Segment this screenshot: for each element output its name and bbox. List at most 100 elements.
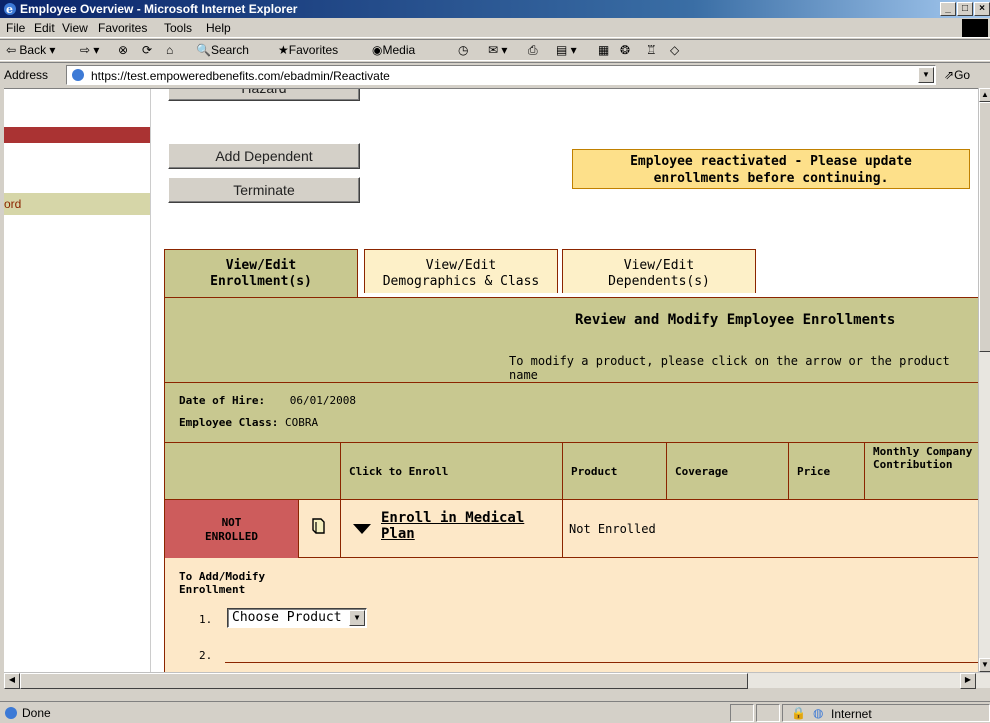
- forward-arrow-icon: ⇨: [80, 43, 91, 57]
- refresh-icon: ⟳: [142, 43, 153, 57]
- address-bar: Address https://test.empoweredbenefits.c…: [0, 62, 990, 86]
- tab-enrollments-line2: Enrollment(s): [210, 274, 312, 289]
- expand-arrow-icon[interactable]: [353, 524, 371, 534]
- tab-dependents[interactable]: View/Edit Dependents(s): [562, 249, 756, 293]
- details-book-icon[interactable]: [298, 500, 341, 558]
- horizontal-scroll-thumb[interactable]: [20, 673, 748, 689]
- windows-logo-icon: [962, 19, 988, 37]
- enroll-link-line2: Plan: [381, 526, 415, 542]
- address-url: https://test.empoweredbenefits.com/ebadm…: [91, 69, 390, 83]
- header-click-to-enroll: Click to Enroll: [341, 443, 563, 501]
- minimize-button[interactable]: _: [940, 2, 956, 16]
- menu-edit[interactable]: Edit: [34, 21, 55, 35]
- print-button[interactable]: ⎙: [528, 43, 538, 58]
- table-header: Click to Enroll Product Coverage Price M…: [165, 442, 978, 501]
- status-text: Done: [22, 706, 51, 720]
- chevron-down-icon[interactable]: ▼: [349, 610, 365, 626]
- menu-view[interactable]: View: [62, 21, 88, 35]
- choose-product-select[interactable]: Choose Product ▼: [227, 608, 367, 628]
- add-modify-heading-line2: Enrollment: [179, 583, 246, 596]
- stop-button[interactable]: ⊗: [118, 43, 128, 57]
- choose-product-value: Choose Product: [232, 610, 342, 625]
- horizontal-scrollbar[interactable]: ◀ ▶: [4, 672, 990, 689]
- hire-date-label: Date of Hire:: [179, 394, 266, 407]
- header-price: Price: [789, 443, 865, 501]
- hazard-button[interactable]: Hazard: [168, 89, 360, 101]
- review-title: Review and Modify Employee Enrollments: [575, 312, 896, 328]
- header-price-text: Price: [797, 465, 831, 478]
- product-value: Not Enrolled: [569, 522, 656, 536]
- status-line-1: NOT: [221, 516, 242, 529]
- status-line-2: ENROLLED: [205, 530, 258, 543]
- scroll-up-button[interactable]: ▲: [979, 88, 990, 102]
- close-button[interactable]: ×: [974, 2, 990, 16]
- header-click-to-enroll-text: Click to Enroll: [349, 465, 449, 478]
- favorites-button[interactable]: ★Favorites: [278, 43, 338, 57]
- vertical-scrollbar[interactable]: ▲ ▼: [978, 88, 990, 672]
- history-icon: ◷: [458, 43, 469, 57]
- address-input[interactable]: https://test.empoweredbenefits.com/ebadm…: [66, 65, 936, 85]
- sidebar-divider: [150, 89, 151, 672]
- print-icon: ⎙: [528, 43, 538, 57]
- home-button[interactable]: ⌂: [166, 43, 173, 57]
- tab-demographics-line2: Demographics & Class: [382, 274, 540, 289]
- header-company-contribution-text: Monthly Company Contribution: [873, 445, 973, 471]
- discuss-button[interactable]: ▦: [598, 43, 609, 57]
- history-button[interactable]: ◷: [458, 43, 468, 57]
- terminate-button[interactable]: Terminate: [168, 177, 360, 203]
- forward-button[interactable]: ⇨ ▾: [80, 43, 99, 57]
- edit-icon: ▤: [556, 43, 568, 57]
- maximize-button[interactable]: □: [957, 2, 973, 16]
- add-modify-enrollment-section: To Add/Modify Enrollment 1. Choose Produ…: [165, 558, 978, 672]
- research-button[interactable]: ♖: [646, 43, 657, 57]
- discuss-icon: ▦: [598, 43, 610, 57]
- research-icon: ♖: [646, 43, 657, 57]
- address-label: Address: [4, 68, 49, 82]
- search-button[interactable]: 🔍Search: [196, 43, 249, 57]
- enroll-medical-plan-link[interactable]: Enroll in Medical Plan: [381, 510, 524, 542]
- sidebar-item-partial[interactable]: ord: [4, 193, 150, 215]
- ie-logo-icon: e: [4, 3, 16, 16]
- extra-button[interactable]: ◇: [670, 43, 679, 57]
- hire-date-row: Date of Hire: 06/01/2008: [179, 394, 356, 407]
- menu-file[interactable]: File: [6, 21, 25, 35]
- address-dropdown-button[interactable]: ▼: [918, 67, 934, 83]
- tab-enrollments[interactable]: View/Edit Enrollment(s): [164, 249, 358, 299]
- enrollment-status-badge: NOT ENROLLED: [165, 500, 298, 558]
- reactivation-notice: Employee reactivated - Please update enr…: [572, 149, 970, 189]
- step-2-table-peek: [225, 662, 978, 672]
- lock-icon: 🔒: [791, 706, 806, 720]
- edit-button[interactable]: ▤ ▾: [556, 43, 577, 57]
- vertical-scroll-thumb[interactable]: [979, 102, 990, 352]
- page-icon: [72, 69, 84, 81]
- search-icon: 🔍: [196, 43, 211, 57]
- add-dependent-button[interactable]: Add Dependent: [168, 143, 360, 169]
- messenger-icon: ❂: [620, 43, 631, 57]
- scroll-left-button[interactable]: ◀: [4, 673, 20, 689]
- mail-button[interactable]: ✉ ▾: [488, 43, 507, 57]
- zone-label: Internet: [831, 707, 872, 721]
- title-bar: e Employee Overview - Microsoft Internet…: [0, 0, 990, 18]
- go-button[interactable]: ⇗Go: [944, 68, 970, 82]
- enrollment-panel: Review and Modify Employee Enrollments T…: [164, 297, 978, 672]
- tab-demographics[interactable]: View/Edit Demographics & Class: [364, 249, 558, 293]
- refresh-button[interactable]: ⟳: [142, 43, 152, 57]
- messenger-button[interactable]: ❂: [620, 43, 630, 57]
- menu-help[interactable]: Help: [206, 21, 231, 35]
- media-button[interactable]: ◉Media: [372, 43, 415, 57]
- notice-line-1: Employee reactivated - Please update: [630, 154, 912, 169]
- menu-tools[interactable]: Tools: [164, 21, 192, 35]
- left-sidebar: ord: [4, 89, 151, 672]
- menu-favorites[interactable]: Favorites: [98, 21, 147, 35]
- stop-icon: ⊗: [118, 43, 129, 57]
- status-panel-1: [730, 704, 754, 722]
- book-icon: [312, 518, 325, 534]
- enroll-link-line1: Enroll in Medical: [381, 510, 525, 526]
- tab-dependents-line1: View/Edit: [623, 258, 695, 273]
- back-button[interactable]: ⇦ Back ▾: [6, 43, 55, 57]
- scroll-down-button[interactable]: ▼: [979, 658, 990, 672]
- step-1-label: 1.: [199, 613, 213, 626]
- scroll-right-button[interactable]: ▶: [960, 673, 976, 689]
- step-2-label: 2.: [199, 649, 213, 662]
- header-coverage: Coverage: [667, 443, 789, 501]
